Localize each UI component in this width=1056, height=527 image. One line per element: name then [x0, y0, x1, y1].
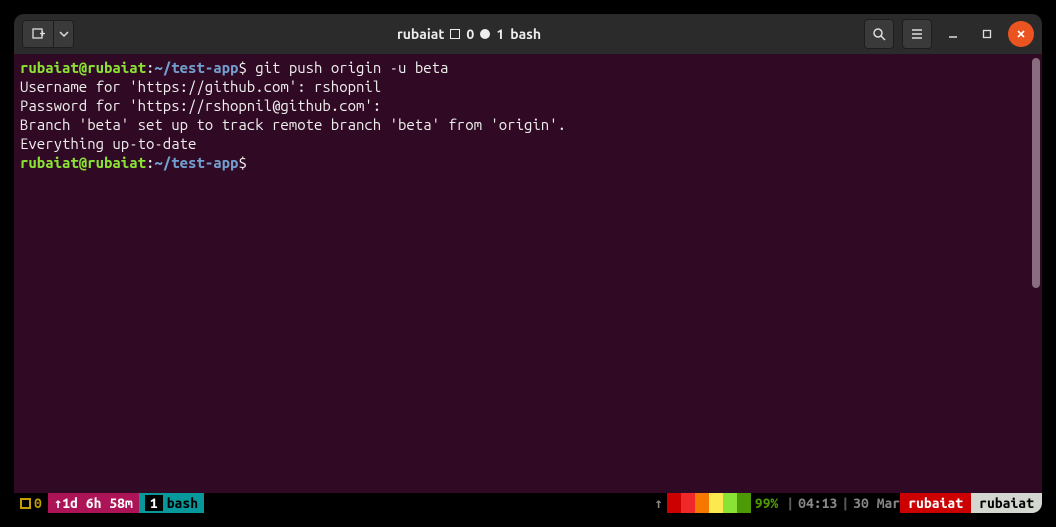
minimize-button[interactable]	[940, 21, 966, 47]
new-tab-button[interactable]	[22, 20, 54, 48]
output-line: Branch 'beta' set up to track remote bra…	[20, 116, 566, 133]
square-outline-icon	[450, 29, 460, 39]
maximize-icon	[982, 29, 992, 39]
status-host: rubaiat	[900, 493, 971, 513]
status-session: 0	[14, 493, 48, 513]
tmux-statusbar: 0 ↑ 1d 6h 58m 1 bash ↑ 99% | 04:13 |	[14, 493, 1042, 513]
window-inner: rubaiat 0 1 bash	[14, 14, 1042, 513]
tab-dropdown-button[interactable]	[54, 20, 74, 48]
titlebar-left-controls	[22, 20, 74, 48]
title-shell: bash	[510, 26, 541, 42]
command-text: git push origin -u beta	[255, 59, 448, 76]
separator: |	[782, 493, 798, 513]
title-count-open: 0	[466, 26, 474, 42]
session-box-icon	[20, 498, 31, 509]
window-index: 1	[145, 495, 163, 511]
terminal-lines: rubaiat@rubaiat:~/test-app$ git push ori…	[20, 58, 1036, 172]
prompt-userhost: rubaiat@rubaiat	[20, 59, 146, 76]
status-window[interactable]: 1 bash	[139, 493, 204, 513]
prompt-dollar: $	[238, 154, 246, 171]
output-line: Password for 'https://rshopnil@github.co…	[20, 97, 381, 114]
session-index: 0	[34, 495, 42, 511]
prompt-dollar: $	[238, 59, 246, 76]
title-user: rubaiat	[397, 26, 444, 42]
search-icon	[872, 27, 886, 41]
output-line: Everything up-to-date	[20, 135, 196, 152]
titlebar-right-controls	[864, 19, 1034, 49]
prompt-userhost: rubaiat@rubaiat	[20, 154, 146, 171]
terminal-content[interactable]: rubaiat@rubaiat:~/test-app$ git push ori…	[14, 54, 1042, 493]
status-uptime: ↑ 1d 6h 58m	[48, 493, 139, 513]
circle-filled-icon	[480, 29, 490, 39]
terminal-window: rubaiat 0 1 bash	[0, 0, 1056, 527]
prompt-path: ~/test-app	[154, 59, 238, 76]
menu-button[interactable]	[902, 19, 932, 49]
hamburger-icon	[910, 27, 924, 41]
new-tab-icon	[31, 27, 45, 41]
close-button[interactable]	[1008, 21, 1034, 47]
title-count-filled: 1	[496, 26, 504, 42]
clock-date: 30 Mar	[853, 493, 900, 513]
maximize-button[interactable]	[974, 21, 1000, 47]
titlebar: rubaiat 0 1 bash	[14, 14, 1042, 54]
prompt-path: ~/test-app	[154, 154, 238, 171]
battery-bar	[667, 493, 751, 513]
status-user: rubaiat	[971, 493, 1042, 513]
status-right: ↑ 99% | 04:13 | 30 Mar rubaiat rubaiat	[650, 493, 1042, 513]
clock-time: 04:13	[798, 493, 837, 513]
uptime-text: 1d 6h 58m	[62, 495, 133, 511]
scrollbar-thumb[interactable]	[1032, 58, 1040, 288]
minimize-icon	[948, 29, 958, 39]
chevron-down-icon	[59, 31, 69, 37]
close-icon	[1016, 29, 1026, 39]
window-title: rubaiat 0 1 bash	[80, 26, 858, 42]
search-button[interactable]	[864, 19, 894, 49]
output-line: Username for 'https://github.com': rshop…	[20, 78, 381, 95]
separator: |	[837, 493, 853, 513]
status-spacer	[204, 493, 650, 513]
window-name: bash	[167, 495, 198, 511]
arrow-up-icon: ↑	[54, 495, 62, 512]
battery-percent: 99%	[751, 493, 783, 513]
battery-arrow-icon: ↑	[650, 493, 666, 513]
